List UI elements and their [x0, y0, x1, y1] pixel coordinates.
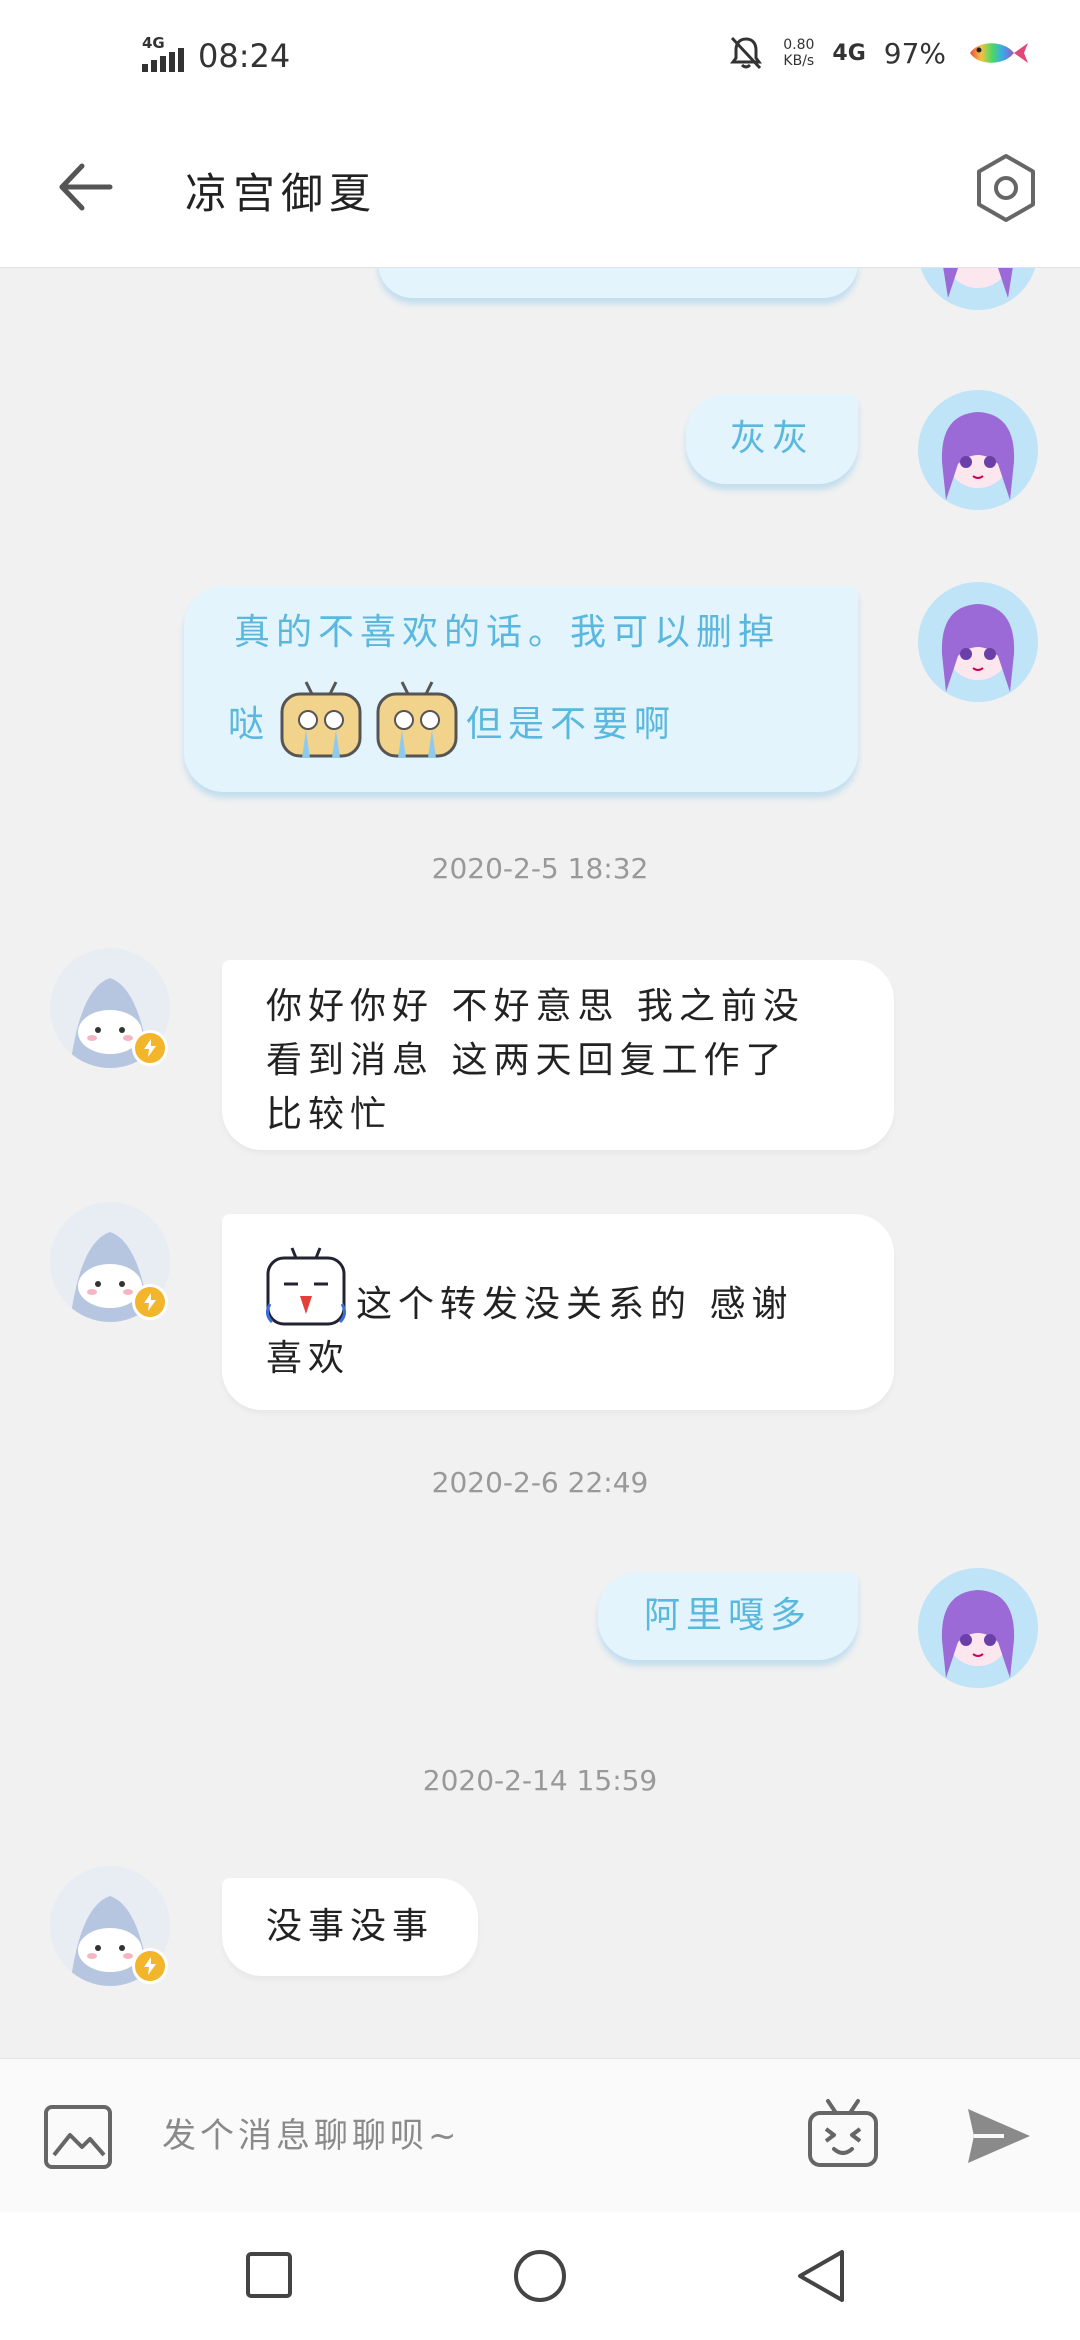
status-time: 08:24	[198, 37, 291, 75]
vip-badge-icon	[132, 1948, 168, 1984]
avatar-image	[941, 1590, 1015, 1678]
send-icon[interactable]	[964, 2105, 1034, 2167]
message-text: 你好你好 不好意思 我之前没	[266, 986, 805, 1027]
triangle-back-icon[interactable]	[794, 2248, 850, 2304]
message-bubble-partial[interactable]	[378, 268, 858, 298]
message-text: 喜欢	[266, 1338, 351, 1379]
message-bubble[interactable]: 没事没事	[222, 1878, 478, 1976]
message-text: 没事没事	[265, 1906, 434, 1947]
status-bar: 4G 08:24 0.80 KB/s 4G 97%	[0, 0, 1080, 120]
message-text: 阿里嘎多	[643, 1595, 812, 1636]
page-title: 凉宫御夏	[185, 169, 378, 218]
message-input[interactable]	[160, 2111, 780, 2161]
message-timestamp: 2020-2-6 22:49	[431, 1466, 649, 1499]
signal-icon: 4G	[142, 34, 188, 76]
message-bubble[interactable]: 你好你好 不好意思 我之前没 看到消息 这两天回复工作了 比较忙	[222, 960, 894, 1150]
circle-icon[interactable]	[512, 2248, 568, 2304]
network-type: 4G	[832, 40, 866, 66]
square-icon[interactable]	[244, 2250, 294, 2300]
message-bubble[interactable]: 灰灰	[686, 394, 858, 484]
settings-icon[interactable]	[968, 150, 1044, 226]
my-avatar[interactable]	[918, 268, 1038, 310]
message-text: 真的不喜欢的话。我可以删掉	[234, 612, 781, 653]
avatar-image	[941, 604, 1015, 692]
avatar-image	[941, 412, 1015, 500]
chat-header: 凉宫御夏	[0, 120, 1080, 268]
vip-badge-icon	[132, 1030, 168, 1066]
crying-tv-sticker-icon	[376, 681, 458, 758]
message-line: 这个转发没关系的 感谢	[262, 1244, 793, 1332]
battery-percent: 97%	[883, 36, 946, 70]
message-text: 这个转发没关系的 感谢	[356, 1284, 794, 1325]
message-text: 灰灰	[729, 418, 814, 459]
message-line: 哒 但是不要啊	[228, 676, 676, 766]
my-avatar[interactable]	[918, 1568, 1038, 1688]
message-text: 比较忙	[266, 1094, 393, 1135]
message-bubble[interactable]: 这个转发没关系的 感谢 喜欢	[222, 1214, 894, 1410]
vip-badge-icon	[132, 1284, 168, 1320]
message-timestamp: 2020-2-5 18:32	[431, 852, 649, 885]
status-right: 0.80 KB/s 4G 97%	[727, 34, 1030, 72]
emoji-icon[interactable]	[806, 2097, 880, 2171]
system-nav-bar	[0, 2212, 1080, 2340]
my-avatar[interactable]	[918, 390, 1038, 510]
chat-messages[interactable]: 灰灰 真的不喜欢的话。我可以删掉 哒 但是不要啊 2020-2-5 18:32 …	[0, 268, 1080, 2058]
rainbow-fish-battery-icon	[970, 43, 1028, 63]
image-icon[interactable]	[42, 2103, 114, 2171]
shocked-tv-sticker-icon	[265, 1247, 347, 1326]
message-bubble[interactable]: 阿里嘎多	[598, 1572, 858, 1660]
arrow-left-icon[interactable]	[50, 152, 120, 222]
network-speed: 0.80 KB/s	[783, 37, 815, 69]
message-bubble[interactable]: 真的不喜欢的话。我可以删掉 哒 但是不要啊	[184, 586, 858, 792]
bell-muted-icon	[730, 36, 763, 70]
my-avatar[interactable]	[918, 582, 1038, 702]
message-timestamp: 2020-2-14 15:59	[422, 1764, 658, 1797]
crying-tv-sticker-icon	[280, 681, 362, 758]
avatar-image	[943, 268, 1013, 298]
message-text: 看到消息 这两天回复工作了	[266, 1040, 788, 1081]
status-left: 4G 08:24	[142, 34, 291, 76]
message-input-bar	[0, 2058, 1080, 2212]
